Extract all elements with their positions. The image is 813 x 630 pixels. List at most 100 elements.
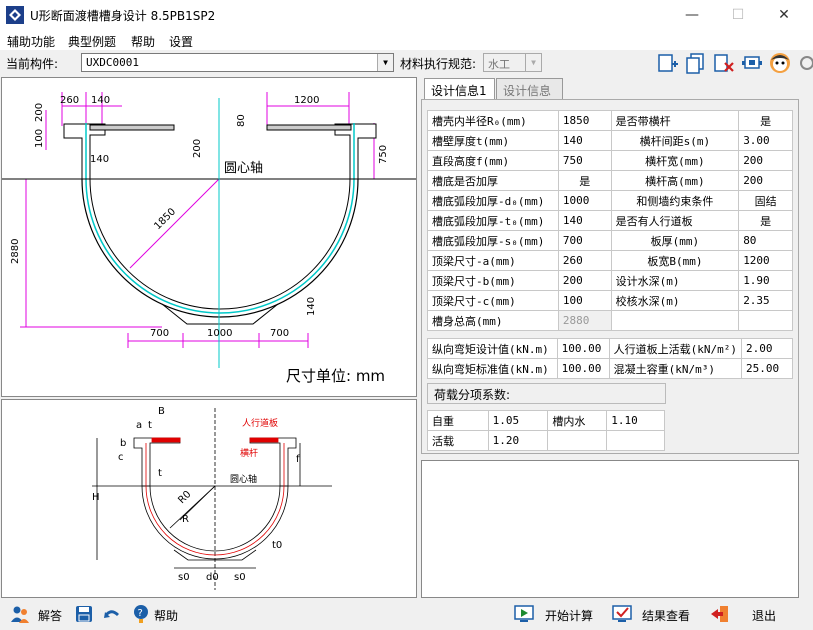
table-value-cell[interactable]: 200 <box>738 170 793 191</box>
delete-component-icon[interactable] <box>713 52 735 74</box>
material-value: 水工 <box>488 58 510 71</box>
minimize-button[interactable]: — <box>669 0 715 30</box>
schem-a: a <box>136 420 142 431</box>
menu-help[interactable]: 帮助 <box>131 33 155 50</box>
dim-700-left: 700 <box>150 328 169 339</box>
table-value-cell[interactable]: 2.00 <box>740 338 794 359</box>
table-label-cell: 槽壳内半径R₀(mm) <box>427 110 559 131</box>
schem-H: H <box>92 492 100 503</box>
table-label-cell: 纵向弯矩标准值(kN.m) <box>427 358 558 379</box>
dim-140-bottom: 140 <box>306 297 317 316</box>
section-drawing: 260 140 1200 200 100 80 200 750 140 2880… <box>2 92 416 385</box>
table-label-cell: 混凝土容重(kN/m³) <box>608 358 742 379</box>
table-label-cell <box>610 310 740 331</box>
close-button[interactable]: ✕ <box>761 0 807 30</box>
table-value-cell[interactable]: 100.00 <box>556 358 610 379</box>
display-icon[interactable] <box>741 52 763 74</box>
table-value-cell[interactable]: 1.05 <box>487 410 549 431</box>
gear-icon[interactable] <box>797 52 813 74</box>
table-value-cell[interactable]: 是 <box>738 110 793 131</box>
table-label-cell: 顶梁尺寸-a(mm) <box>427 250 559 271</box>
menu-settings[interactable]: 设置 <box>169 33 193 50</box>
material-select[interactable]: 水工 ▼ <box>483 53 542 72</box>
table-value-cell[interactable]: 25.00 <box>740 358 794 379</box>
table-value-cell[interactable]: 140 <box>557 210 612 231</box>
table-value-cell[interactable]: 200 <box>738 150 793 171</box>
app-logo-icon <box>6 6 24 24</box>
schem-walkway: 人行道板 <box>242 417 278 429</box>
material-label: 材料执行规范: <box>400 57 477 71</box>
chevron-down-icon[interactable]: ▼ <box>525 54 541 71</box>
schematic-panel: B a t 人行道板 b c 横杆 t 圆心轴 f H R0 R t0 s0 d… <box>1 399 417 598</box>
menu-bar: 辅助功能 典型例题 帮助 设置 <box>0 30 813 50</box>
moment-table: 纵向弯矩设计值(kN.m) 100.00 人行道板上活载(kN/m²) 2.00 纵向弯… <box>427 338 794 379</box>
table-value-cell[interactable]: 1.90 <box>738 270 793 291</box>
table-value-cell[interactable]: 是 <box>738 210 793 231</box>
table-value-cell[interactable]: 3.00 <box>738 130 793 151</box>
table-value-cell[interactable]: 100.00 <box>556 338 610 359</box>
dim-1200: 1200 <box>294 95 319 106</box>
tab-design-info-1[interactable]: 设计信息1 <box>424 78 495 99</box>
table-row: 纵向弯矩标准值(kN.m) 100.00 混凝土容重(kN/m³) 25.00 <box>427 358 794 379</box>
table-value-cell[interactable]: 750 <box>557 150 612 171</box>
user-icon <box>11 606 29 623</box>
dim-750: 750 <box>378 145 389 164</box>
table-label-cell: 和侧墙约束条件 <box>610 190 740 211</box>
schem-t-top: t <box>148 420 152 431</box>
exit-icon[interactable] <box>710 604 730 624</box>
add-component-icon[interactable] <box>657 52 679 74</box>
table-row: 顶梁尺寸-b(mm) 200 设计水深(m) 1.90 <box>427 270 793 291</box>
table-label-cell: 人行道板上活载(kN/m²) <box>608 338 742 359</box>
schem-B: B <box>158 406 165 417</box>
view-results-button[interactable]: 结果查看 <box>642 607 690 624</box>
table-value-cell[interactable]: 1.20 <box>487 430 549 451</box>
copy-component-icon[interactable] <box>685 52 707 74</box>
table-value-cell[interactable]: 260 <box>557 250 612 271</box>
answer-button[interactable]: 解答 <box>38 607 62 624</box>
section-drawing-panel: 260 140 1200 200 100 80 200 750 140 2880… <box>1 77 417 397</box>
table-label-cell: 槽底弧段加厚-t₀(mm) <box>427 210 559 231</box>
param-table: 槽壳内半径R₀(mm) 1850 是否带横杆是槽壁厚度t(mm) 140 横杆间距s(m… <box>427 110 793 331</box>
table-value-cell[interactable]: 1850 <box>557 110 612 131</box>
table-value-cell[interactable]: 2880 <box>557 310 612 331</box>
table-value-cell[interactable] <box>738 310 793 331</box>
exit-button[interactable]: 退出 <box>752 607 776 624</box>
help-icon[interactable]: ? <box>131 604 151 624</box>
table-label-cell: 是否有人行道板 <box>610 210 740 231</box>
table-value-cell[interactable]: 200 <box>557 270 612 291</box>
table-value-cell[interactable] <box>606 430 665 451</box>
start-calc-button[interactable]: 开始计算 <box>545 607 593 624</box>
table-label-cell: 横杆间距s(m) <box>610 130 740 151</box>
view-results-icon[interactable] <box>612 604 632 624</box>
table-label-cell <box>547 430 608 451</box>
table-value-cell[interactable]: 100 <box>557 290 612 311</box>
chevron-down-icon[interactable]: ▼ <box>377 54 393 71</box>
table-value-cell[interactable]: 700 <box>557 230 612 251</box>
save-icon[interactable] <box>74 604 94 624</box>
table-value-cell[interactable]: 是 <box>557 170 612 191</box>
user-avatar-icon[interactable] <box>769 52 791 74</box>
table-value-cell[interactable]: 80 <box>738 230 793 251</box>
tab-design-info-2[interactable]: 设计信息2 <box>496 78 563 113</box>
dim-1000: 1000 <box>207 328 232 339</box>
table-value-cell[interactable]: 2.35 <box>738 290 793 311</box>
table-row: 槽底是否加厚是横杆高(mm) 200 <box>427 170 793 191</box>
menu-examples[interactable]: 典型例题 <box>68 33 116 50</box>
table-value-cell[interactable]: 1200 <box>738 250 793 271</box>
table-value-cell[interactable]: 1000 <box>557 190 612 211</box>
table-value-cell[interactable]: 1.10 <box>606 410 665 431</box>
result-area <box>421 460 799 598</box>
start-calc-icon[interactable] <box>514 604 534 624</box>
help-button[interactable]: 帮助 <box>154 607 178 624</box>
undo-icon[interactable] <box>102 604 122 624</box>
center-axis-label: 圆心轴 <box>224 161 263 176</box>
schematic-drawing: B a t 人行道板 b c 横杆 t 圆心轴 f H R0 R t0 s0 d… <box>92 406 332 590</box>
dim-140-wall: 140 <box>90 154 109 165</box>
component-select[interactable]: UXDC0001 ▼ <box>81 53 394 72</box>
table-value-cell[interactable]: 固结 <box>738 190 793 211</box>
maximize-button[interactable]: ☐ <box>715 0 761 30</box>
menu-assist[interactable]: 辅助功能 <box>7 33 55 50</box>
table-value-cell[interactable]: 140 <box>557 130 612 151</box>
table-row: 槽身总高(mm) 2880 <box>427 310 793 331</box>
table-label-cell: 板宽B(mm) <box>610 250 740 271</box>
